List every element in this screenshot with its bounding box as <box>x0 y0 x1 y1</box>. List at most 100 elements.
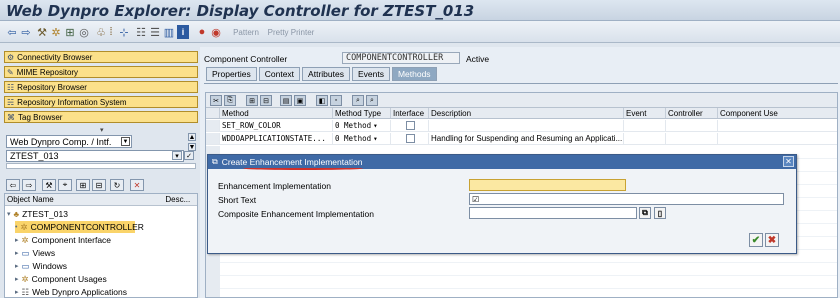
table-delete-icon[interactable]: ⊟ <box>260 95 272 106</box>
tree-item-ztest-013[interactable]: ▾ ♣ ZTEST_013 <box>7 208 68 220</box>
hierarchy-icon[interactable]: ⊹ <box>118 25 130 39</box>
tree-forward-icon[interactable]: ⇨ <box>22 179 36 191</box>
cell-event[interactable] <box>624 133 666 144</box>
cell-interface[interactable] <box>391 133 429 144</box>
display-object-list-icon[interactable]: ☷ <box>135 25 147 39</box>
column-method[interactable]: Method <box>220 108 333 118</box>
info-icon[interactable]: i <box>177 25 189 39</box>
collapsed-triangle-icon[interactable]: ▸ <box>15 262 19 270</box>
tab-properties[interactable]: Properties <box>206 67 257 81</box>
column-method-type[interactable]: Method Type <box>333 108 391 118</box>
display-object-icon[interactable]: ✓ <box>184 151 194 160</box>
table-details-icon[interactable]: ◧ <box>316 95 328 106</box>
chevron-down-icon[interactable]: ▾ <box>373 134 378 143</box>
cell-description[interactable] <box>429 120 624 131</box>
tree-item-component-interface[interactable]: ▸ ✲ Component Interface <box>15 234 111 246</box>
cell-method-type[interactable]: 0 Method ▾ <box>333 133 391 144</box>
tab-events[interactable]: Events <box>351 67 390 81</box>
header-selector[interactable] <box>206 108 220 118</box>
navigation-window-icon[interactable]: ☰ <box>149 25 161 39</box>
tree-item-windows[interactable]: ▸ ▭ Windows <box>15 260 67 272</box>
row-selector[interactable] <box>206 120 220 131</box>
forward-arrow-icon[interactable]: ⇨ <box>20 25 32 39</box>
check-icon[interactable]: ⊞ <box>64 25 76 39</box>
cell-event[interactable] <box>624 120 666 131</box>
short-text-input[interactable]: ☑ <box>469 193 784 205</box>
mime-repository-button[interactable]: ✎ MIME Repository <box>4 66 198 78</box>
interface-checkbox[interactable] <box>406 121 415 130</box>
tree-tools-icon[interactable]: ⚒ <box>42 179 56 191</box>
cell-interface[interactable] <box>391 120 429 131</box>
table-filter-icon[interactable]: ▫ <box>330 95 342 106</box>
horizontal-scrollbar[interactable] <box>6 163 196 169</box>
tree-expand-icon[interactable]: ⊞ <box>76 179 90 191</box>
tab-methods[interactable]: Methods <box>391 67 437 81</box>
column-interface[interactable]: Interface <box>391 108 429 118</box>
cell-method-type[interactable]: 0 Method ▾ <box>333 120 391 131</box>
cell-controller[interactable] <box>666 133 718 144</box>
create-composite-icon[interactable]: ⧉ <box>639 207 651 219</box>
chevron-down-icon[interactable]: ▼ <box>121 137 130 146</box>
close-icon[interactable]: ✕ <box>783 156 794 167</box>
collapse-indicator-icon[interactable]: ▾ <box>100 126 104 134</box>
column-component-use[interactable]: Component Use <box>718 108 837 118</box>
breakpoint-icon[interactable]: ● <box>196 25 208 39</box>
object-type-select[interactable]: Web Dynpro Comp. / Intf. ▼ <box>6 135 132 148</box>
table-insert-icon[interactable]: ⊞ <box>246 95 258 106</box>
table-append-icon[interactable]: ▤ <box>280 95 292 106</box>
cell-component-use[interactable] <box>718 120 837 131</box>
repository-info-system-button[interactable]: ☵ Repository Information System <box>4 96 198 108</box>
layout-icon[interactable]: ▥ <box>163 25 175 39</box>
collapsed-triangle-icon[interactable]: ▸ <box>15 275 19 283</box>
column-controller[interactable]: Controller <box>666 108 718 118</box>
cell-component-use[interactable] <box>718 133 837 144</box>
collapsed-triangle-icon[interactable]: ▸ <box>15 236 19 244</box>
composite-enhancement-input[interactable] <box>469 207 637 219</box>
value-help-icon[interactable]: ▾ <box>172 151 182 160</box>
table-copy-icon[interactable]: ⎘ <box>224 95 236 106</box>
cell-method[interactable]: WDDOAPPLICATIONSTATE... <box>220 133 333 144</box>
back-arrow-icon[interactable]: ⇦ <box>6 25 18 39</box>
collapsed-triangle-icon[interactable]: ▸ <box>15 249 19 257</box>
row-selector[interactable] <box>206 133 220 144</box>
tree-item-views[interactable]: ▸ ▭ Views <box>15 247 55 259</box>
table-find-icon[interactable]: ⌕ <box>352 95 364 106</box>
where-used-icon[interactable]: ♧ <box>95 25 107 39</box>
scroll-down-icon[interactable]: ▼ <box>188 143 196 151</box>
tree-item-web-dynpro-applications[interactable]: ▸ ☷ Web Dynpro Applications <box>15 286 127 298</box>
scroll-up-icon[interactable]: ▲ <box>188 133 196 141</box>
activate-icon[interactable]: ✲ <box>50 25 62 39</box>
new-document-icon[interactable]: ▯ <box>654 207 666 219</box>
table-find-next-icon[interactable]: ⌕ <box>366 95 378 106</box>
external-breakpoint-icon[interactable]: ◉ <box>210 25 222 39</box>
pattern-button[interactable]: Pattern <box>228 25 264 39</box>
pretty-printer-button[interactable]: Pretty Printer <box>266 25 316 39</box>
expanded-triangle-icon[interactable]: ▾ <box>7 210 11 218</box>
column-event[interactable]: Event <box>624 108 666 118</box>
tree-find-icon[interactable]: ⌖ <box>58 179 72 191</box>
repository-browser-button[interactable]: ☷ Repository Browser <box>4 81 198 93</box>
cell-description[interactable]: Handling for Suspending and Resuming an … <box>429 133 624 144</box>
tree-collapse-icon[interactable]: ⊟ <box>92 179 106 191</box>
confirm-checkmark-icon[interactable]: ✔ <box>749 233 763 247</box>
table-row[interactable]: SET_ROW_COLOR 0 Method ▾ <box>206 120 837 132</box>
table-select-icon[interactable]: ▣ <box>294 95 306 106</box>
table-cut-icon[interactable]: ✂ <box>210 95 222 106</box>
tree-item-component-usages[interactable]: ▸ ✲ Component Usages <box>15 273 107 285</box>
enhancement-implementation-input[interactable] <box>469 179 626 191</box>
tag-browser-button[interactable]: ⌘ Tag Browser <box>4 111 198 123</box>
tree-item-componentcontroller[interactable]: • ✲ COMPONENTCONTROLLER <box>15 221 144 233</box>
object-name-input[interactable]: ZTEST_013 <box>6 150 184 162</box>
cancel-x-icon[interactable]: ✖ <box>765 233 779 247</box>
tools-icon[interactable]: ⚒ <box>36 25 48 39</box>
tree-back-icon[interactable]: ⇦ <box>6 179 20 191</box>
chevron-down-icon[interactable]: ▾ <box>373 121 378 130</box>
column-description[interactable]: Description <box>429 108 624 118</box>
tree-refresh-icon[interactable]: ↻ <box>110 179 124 191</box>
collapsed-triangle-icon[interactable]: ▸ <box>15 288 19 296</box>
table-row[interactable]: WDDOAPPLICATIONSTATE... 0 Method ▾ Handl… <box>206 133 837 145</box>
cell-controller[interactable] <box>666 120 718 131</box>
tab-attributes[interactable]: Attributes <box>302 67 350 81</box>
cell-method[interactable]: SET_ROW_COLOR <box>220 120 333 131</box>
tab-context[interactable]: Context <box>258 67 301 81</box>
